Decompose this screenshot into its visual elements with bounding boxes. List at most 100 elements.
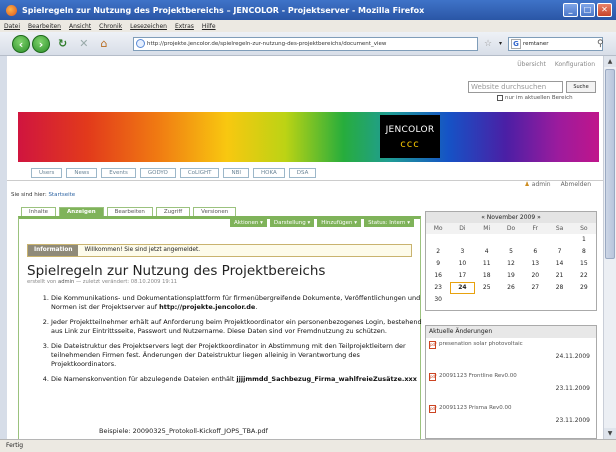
user-link[interactable]: admin xyxy=(524,181,551,188)
logout-link[interactable]: Abmelden xyxy=(561,181,591,188)
calendar-day[interactable]: 29 xyxy=(572,282,596,294)
recent-item-name[interactable]: presenation solar photovoltaic xyxy=(439,341,523,347)
tab-contents[interactable]: Inhalte xyxy=(21,207,57,216)
calendar-day[interactable]: 21 xyxy=(547,270,571,282)
calendar-day[interactable]: 27 xyxy=(523,282,547,294)
nav-tab-users[interactable]: Users xyxy=(31,168,63,178)
calendar-day[interactable]: 24 xyxy=(450,282,475,294)
calendar-day[interactable]: 20 xyxy=(523,270,547,282)
calendar-day[interactable]: 5 xyxy=(499,246,523,258)
calendar-day[interactable]: 23 xyxy=(426,282,450,294)
scroll-up-arrow-icon[interactable]: ▲ xyxy=(604,56,616,67)
site-search-input[interactable]: Website durchsuchen xyxy=(468,81,563,93)
menu-view[interactable]: Ansicht xyxy=(69,23,91,30)
nav-tab-hoka[interactable]: HOKA xyxy=(253,168,285,178)
calendar-day[interactable]: 2 xyxy=(426,246,450,258)
calendar-day[interactable]: 15 xyxy=(572,258,596,270)
calendar-day[interactable]: 6 xyxy=(523,246,547,258)
tab-sharing[interactable]: Zugriff xyxy=(155,207,191,216)
calendar-day[interactable]: 9 xyxy=(426,258,450,270)
calendar-day[interactable]: 30 xyxy=(426,294,450,306)
address-bar[interactable]: http://projekte.jencolor.de/spielregeln-… xyxy=(133,37,478,51)
site-search-button[interactable]: Suche xyxy=(566,81,596,93)
search-icon[interactable]: ⚲ xyxy=(597,39,604,49)
scroll-down-arrow-icon[interactable]: ▼ xyxy=(604,428,616,439)
calendar-day[interactable]: 25 xyxy=(475,282,499,294)
calendar-day[interactable]: 1 xyxy=(572,234,596,246)
nav-tab-news[interactable]: News xyxy=(66,168,98,178)
scrollbar-thumb[interactable] xyxy=(605,69,615,259)
search-scope-option[interactable]: nur im aktuellen Bereich xyxy=(497,95,573,101)
reload-icon[interactable]: ↻ xyxy=(58,37,67,50)
jencolor-logo[interactable]: JENCOLOR ccc xyxy=(380,115,440,158)
menu-history[interactable]: Chronik xyxy=(99,23,122,30)
calendar-header[interactable]: « November 2009 » xyxy=(426,212,596,223)
menu-bookmarks[interactable]: Lesezeichen xyxy=(130,23,167,30)
bookmark-star-icon[interactable]: ☆ xyxy=(484,39,492,49)
recent-item-name[interactable]: 20091123 Prisma Rev0.00 xyxy=(439,405,512,411)
calendar-day[interactable]: 7 xyxy=(547,246,571,258)
back-button[interactable]: ‹ xyxy=(12,34,30,53)
firefox-icon xyxy=(6,4,17,16)
calendar-day[interactable]: 8 xyxy=(572,246,596,258)
maximize-button[interactable]: □ xyxy=(580,3,595,17)
menu-edit[interactable]: Bearbeiten xyxy=(28,23,61,30)
window-titlebar: Spielregeln zur Nutzung des Projektberei… xyxy=(0,0,616,20)
home-icon[interactable]: ⌂ xyxy=(100,37,107,50)
add-menu[interactable]: Hinzufügen ▾ xyxy=(317,219,362,227)
calendar-day[interactable]: 14 xyxy=(547,258,571,270)
tab-edit[interactable]: Bearbeiten xyxy=(106,207,153,216)
calendar-day[interactable]: 10 xyxy=(450,258,474,270)
calendar-day[interactable]: 16 xyxy=(426,270,450,282)
projectserver-link[interactable]: http://projekte.jencolor.de xyxy=(159,303,255,311)
calendar-day xyxy=(426,234,450,246)
display-menu[interactable]: Darstellung ▾ xyxy=(269,219,315,227)
weekday: So xyxy=(580,225,588,232)
close-button[interactable]: ✕ xyxy=(597,3,612,17)
author-link[interactable]: admin xyxy=(58,279,74,285)
actions-menu[interactable]: Aktionen ▾ xyxy=(230,219,267,227)
search-engine-icon[interactable]: G xyxy=(511,39,521,49)
calendar-day[interactable]: 17 xyxy=(450,270,474,282)
calendar-day[interactable]: 12 xyxy=(499,258,523,270)
calendar-day[interactable]: 19 xyxy=(499,270,523,282)
calendar-week: 2345678 xyxy=(426,246,596,258)
list-item[interactable]: pdf 20091123 Frontline Rev0.00 23.11.200… xyxy=(426,370,596,402)
calendar-day[interactable]: 18 xyxy=(475,270,499,282)
site-identity-icon[interactable] xyxy=(136,39,145,48)
menu-help[interactable]: Hilfe xyxy=(202,23,216,30)
overview-link[interactable]: Übersicht xyxy=(517,61,546,68)
configuration-link[interactable]: Konfiguration xyxy=(555,61,595,68)
stop-icon[interactable]: ✕ xyxy=(79,37,88,50)
calendar-day[interactable]: 13 xyxy=(523,258,547,270)
search-scope-checkbox[interactable] xyxy=(497,95,503,101)
recent-item-name[interactable]: 20091123 Frontline Rev0.00 xyxy=(439,373,517,379)
menu-tools[interactable]: Extras xyxy=(175,23,194,30)
calendar-day[interactable]: 26 xyxy=(499,282,523,294)
vertical-scrollbar[interactable]: ▲ ▼ xyxy=(603,56,616,439)
nav-tab-events[interactable]: Events xyxy=(101,168,136,178)
list-item[interactable]: pdf presenation solar photovoltaic 24.11… xyxy=(426,338,596,370)
calendar-day[interactable]: 3 xyxy=(450,246,474,258)
state-menu[interactable]: Status: Intern ▾ xyxy=(364,219,414,227)
history-dropdown-icon[interactable]: ▾ xyxy=(499,40,502,47)
weekday: Sa xyxy=(555,225,564,232)
calendar-day[interactable]: 22 xyxy=(572,270,596,282)
calendar-day[interactable]: 11 xyxy=(475,258,499,270)
forward-button[interactable]: › xyxy=(32,34,50,53)
nav-tab-colight[interactable]: CoLIGHT xyxy=(179,168,220,178)
page-title: Spielregeln zur Nutzung des Projektberei… xyxy=(27,263,326,279)
nav-tab-nbi[interactable]: NBI xyxy=(223,168,249,178)
nav-tab-dsa[interactable]: DSA xyxy=(288,168,317,178)
calendar-day[interactable]: 28 xyxy=(547,282,571,294)
list-item[interactable]: pdf 20091123 Prisma Rev0.00 23.11.2009 xyxy=(426,402,596,434)
tab-versions[interactable]: Versionen xyxy=(193,207,237,216)
calendar-day[interactable]: 4 xyxy=(475,246,499,258)
minimize-button[interactable]: _ xyxy=(563,3,578,17)
status-text: Fertig xyxy=(6,442,24,449)
breadcrumb-home-link[interactable]: Startseite xyxy=(48,192,75,198)
menu-file[interactable]: Datei xyxy=(4,23,20,30)
nav-tab-godyo[interactable]: GODYO xyxy=(139,168,176,178)
tab-view[interactable]: Anzeigen xyxy=(59,207,104,216)
browser-search-box[interactable]: G remtaner xyxy=(508,37,603,51)
